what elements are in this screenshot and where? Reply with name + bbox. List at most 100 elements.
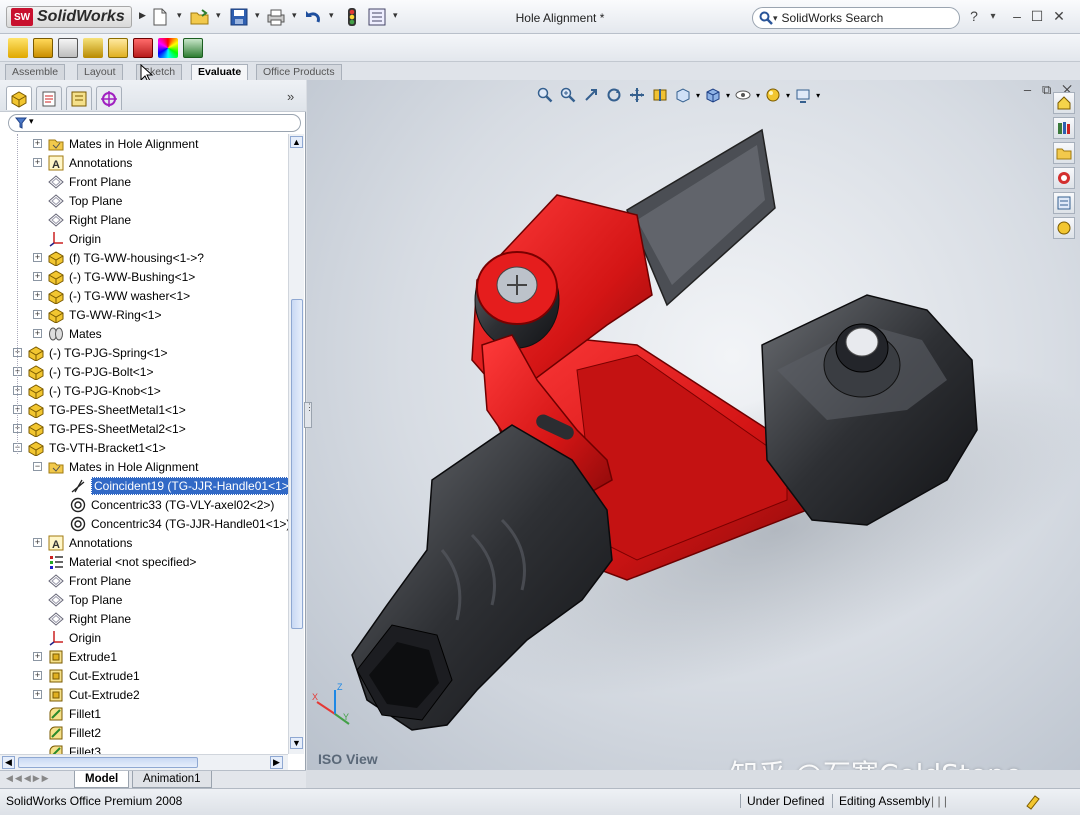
tab-assemble[interactable]: Assemble <box>5 64 66 80</box>
tree-item[interactable]: Front Plane <box>48 571 131 590</box>
tree-item[interactable]: Front Plane <box>48 172 131 191</box>
panel-expand-icon[interactable]: » <box>287 89 294 104</box>
feature-manager-tab[interactable] <box>6 86 32 110</box>
tab-evaluate[interactable]: Evaluate <box>191 64 249 80</box>
scroll-thumb[interactable] <box>291 299 303 629</box>
save-icon[interactable] <box>229 7 249 27</box>
open-folder-icon[interactable] <box>190 7 210 27</box>
view-palette-icon[interactable] <box>1053 192 1075 214</box>
deviation-analysis-icon[interactable] <box>183 38 203 58</box>
tree-item[interactable]: + A Annotations <box>33 153 132 172</box>
scroll-up-icon[interactable]: ▲ <box>290 136 303 148</box>
tree-item[interactable]: + Cut-Extrude2 <box>33 685 140 704</box>
tree-item[interactable]: + TG-WW-Ring<1> <box>33 305 161 324</box>
new-document-icon[interactable] <box>150 7 170 27</box>
tab-model[interactable]: Model <box>74 771 130 788</box>
tree-item[interactable]: + TG-PES-SheetMetal1<1> <box>13 400 186 419</box>
tree-item[interactable]: Concentric33 (TG-VLY-axel02<2>) <box>70 495 274 514</box>
rebuild-icon[interactable] <box>342 7 362 27</box>
tab-office-products[interactable]: Office Products <box>256 64 342 80</box>
tree-horizontal-scrollbar[interactable]: ◀ ▶ <box>0 754 288 770</box>
property-manager-tab[interactable] <box>36 86 62 110</box>
tree-item[interactable]: + (-) TG-PJG-Bolt<1> <box>13 362 153 381</box>
solidworks-resources-icon[interactable] <box>1053 92 1075 114</box>
open-dropdown-icon[interactable]: ▾ <box>216 10 221 21</box>
graphics-area[interactable]: ▾ ▾ ▾ ▾ ▾ – ⧉ ✕ X Z Y ISO View <box>307 80 1080 770</box>
options-icon[interactable] <box>367 7 387 27</box>
expand-icon[interactable]: + <box>33 690 42 699</box>
hole-alignment-icon[interactable] <box>108 38 128 58</box>
geometry-analysis-icon[interactable] <box>133 38 153 58</box>
collapse-icon[interactable]: − <box>33 462 42 471</box>
scroll-left-icon[interactable]: ◀ <box>2 756 15 769</box>
tree-item[interactable]: Fillet1 <box>48 704 101 723</box>
interference-detection-icon[interactable] <box>83 38 103 58</box>
tree-item[interactable]: + Mates in Hole Alignment <box>33 134 198 153</box>
search-box[interactable]: ▾ SolidWorks Search <box>752 7 960 29</box>
scroll-down-icon[interactable]: ▼ <box>290 737 303 749</box>
undo-icon[interactable] <box>303 7 323 27</box>
print-dropdown-icon[interactable]: ▾ <box>292 10 297 21</box>
measure-icon[interactable] <box>8 38 28 58</box>
scroll-right-icon[interactable]: ▶ <box>270 756 283 769</box>
tree-item[interactable]: Material <not specified> <box>48 552 196 571</box>
maximize-icon[interactable]: ☐ <box>1028 8 1046 25</box>
options-dropdown-icon[interactable]: ▾ <box>393 10 398 21</box>
tree-item[interactable]: Right Plane <box>48 210 131 229</box>
expand-icon[interactable]: + <box>33 272 42 281</box>
menu-arrow-icon[interactable]: ▶ <box>139 10 146 21</box>
dimxpert-manager-tab[interactable] <box>96 86 122 110</box>
expand-icon[interactable]: + <box>33 538 42 547</box>
panel-splitter-handle[interactable]: ⋮ <box>304 402 314 428</box>
tree-vertical-scrollbar[interactable]: ▲ ▼ <box>288 134 304 754</box>
tree-item[interactable]: + A Annotations <box>33 533 132 552</box>
section-properties-icon[interactable] <box>58 38 78 58</box>
tree-item[interactable]: − TG-VTH-Bracket1<1> <box>13 438 166 457</box>
expand-icon[interactable]: + <box>33 310 42 319</box>
tab-animation1[interactable]: Animation1 <box>132 771 212 788</box>
tree-item[interactable]: Concentric34 (TG-JJR-Handle01<1>) <box>70 514 288 533</box>
help-dropdown-icon[interactable]: ▾ <box>984 11 1002 22</box>
tree-item[interactable]: + Extrude1 <box>33 647 117 666</box>
tab-scroll-arrows-icon[interactable]: ◀◀◀▶▶ <box>6 773 51 784</box>
tree-item[interactable]: Top Plane <box>48 590 122 609</box>
minimize-icon[interactable]: – <box>1008 8 1026 24</box>
tree-item[interactable]: + (f) TG-WW-housing<1->? <box>33 248 204 267</box>
undo-dropdown-icon[interactable]: ▾ <box>329 10 334 21</box>
tree-item[interactable]: − Mates in Hole Alignment <box>33 457 198 476</box>
tree-item[interactable]: + Mates <box>33 324 102 343</box>
tree-item[interactable]: Origin <box>48 229 101 248</box>
tree-item[interactable]: + (-) TG-WW-Bushing<1> <box>33 267 195 286</box>
expand-icon[interactable]: + <box>33 329 42 338</box>
search-results-icon[interactable] <box>1053 167 1075 189</box>
draft-analysis-icon[interactable] <box>158 38 178 58</box>
tree-item[interactable]: + Cut-Extrude1 <box>33 666 140 685</box>
tree-item[interactable]: Top Plane <box>48 191 122 210</box>
tree-item[interactable]: Fillet3 <box>48 742 101 754</box>
tree-item[interactable]: Coincident19 (TG-JJR-Handle01<1>) <box>70 476 288 495</box>
expand-icon[interactable]: + <box>33 291 42 300</box>
expand-icon[interactable]: + <box>33 671 42 680</box>
tree-item[interactable]: + (-) TG-PJG-Knob<1> <box>13 381 161 400</box>
appearances-icon[interactable] <box>1053 217 1075 239</box>
horizontal-scroll-thumb[interactable] <box>18 757 198 768</box>
design-library-icon[interactable] <box>1053 117 1075 139</box>
search-input[interactable]: SolidWorks Search <box>782 11 884 25</box>
configuration-manager-tab[interactable] <box>66 86 92 110</box>
new-dropdown-icon[interactable]: ▾ <box>177 10 182 21</box>
tree-item[interactable]: Origin <box>48 628 101 647</box>
tab-layout[interactable]: Layout <box>77 64 123 80</box>
tree-filter-box[interactable]: ▾ <box>8 114 301 132</box>
expand-icon[interactable]: + <box>33 139 42 148</box>
expand-icon[interactable]: + <box>33 158 42 167</box>
tree-item[interactable]: + (-) TG-PJG-Spring<1> <box>13 343 167 362</box>
help-icon[interactable]: ? <box>965 8 983 24</box>
tape-dispenser-model[interactable] <box>307 80 1080 770</box>
mass-properties-icon[interactable] <box>33 38 53 58</box>
search-dropdown-icon[interactable]: ▾ <box>773 13 778 24</box>
tree-item[interactable]: + (-) TG-WW washer<1> <box>33 286 190 305</box>
save-dropdown-icon[interactable]: ▾ <box>255 10 260 21</box>
expand-icon[interactable]: + <box>33 652 42 661</box>
filter-dropdown-icon[interactable]: ▾ <box>29 116 34 127</box>
expand-icon[interactable]: + <box>33 253 42 262</box>
